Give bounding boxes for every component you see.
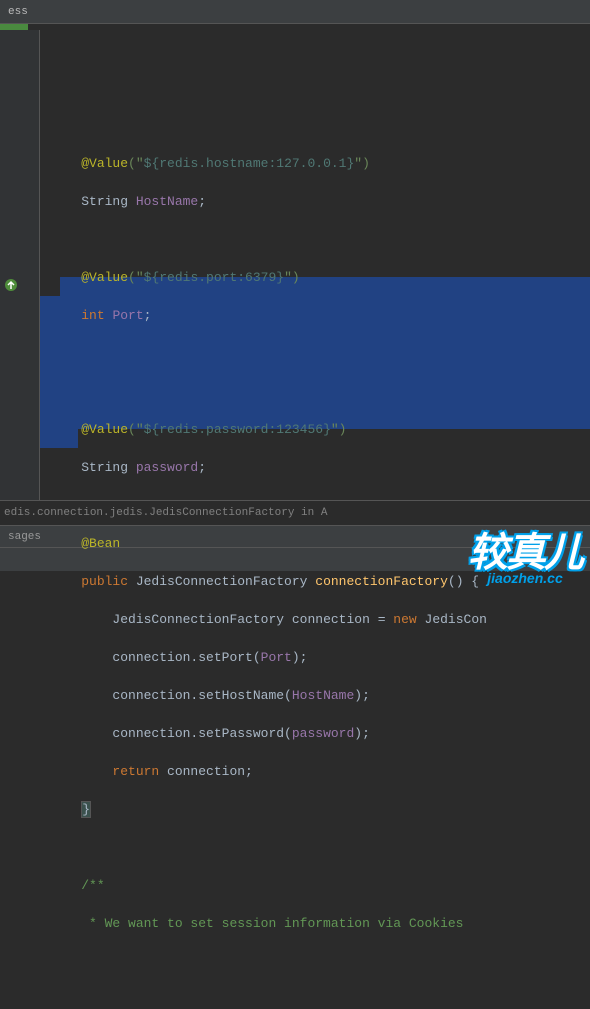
code-editor[interactable]: @Value("${redis.hostname:127.0.0.1}") St… — [40, 30, 590, 500]
title-bar-text: ess — [8, 6, 28, 18]
title-bar: ess — [0, 0, 590, 24]
editor-wrap: @Value("${redis.hostname:127.0.0.1}") St… — [0, 30, 590, 500]
code-content: @Value("${redis.hostname:127.0.0.1}") St… — [50, 135, 590, 971]
gutter[interactable] — [0, 30, 40, 500]
tab-label: sages — [8, 531, 41, 543]
override-icon[interactable] — [4, 278, 18, 292]
